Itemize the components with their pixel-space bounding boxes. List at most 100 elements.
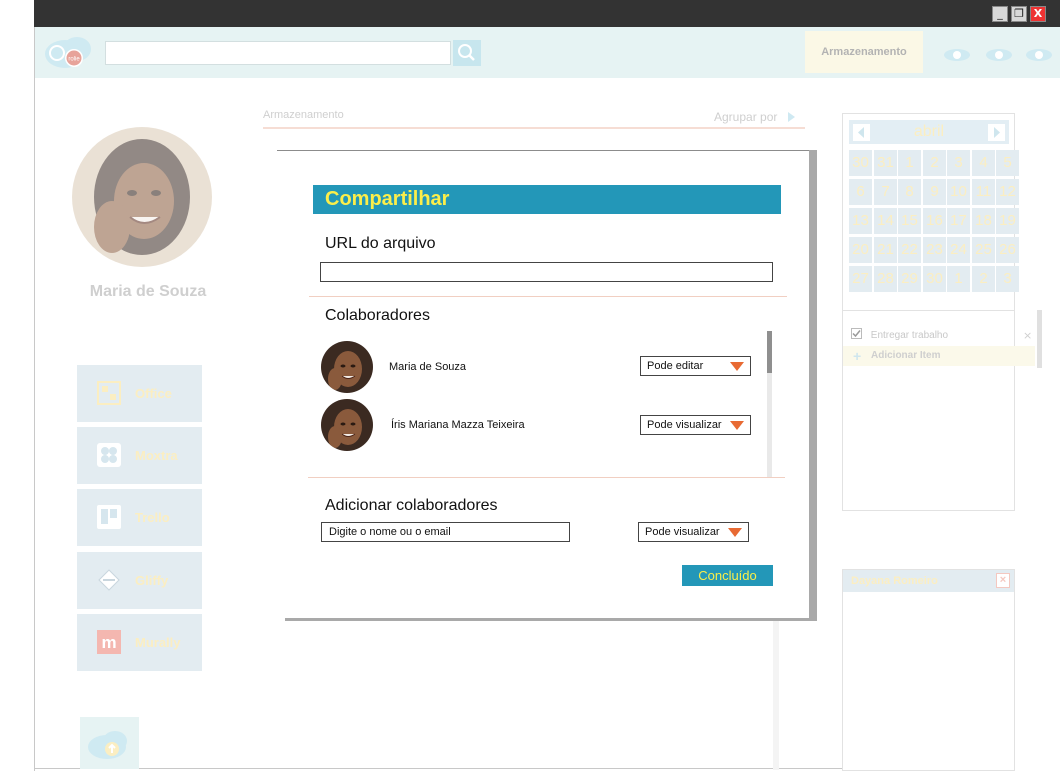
calendar-day[interactable]: 20 — [849, 237, 872, 263]
section-divider — [308, 477, 785, 478]
calendar-day[interactable]: 29 — [898, 266, 921, 292]
calendar-day[interactable]: 22 — [898, 237, 921, 263]
calendar-day[interactable]: 19 — [996, 208, 1019, 234]
app-tile-label: Gliffy — [135, 573, 169, 588]
user-name: Maria de Souza — [89, 283, 207, 300]
app-tile-label: Trello — [135, 510, 170, 525]
app-tile-trello[interactable]: Trello — [77, 489, 202, 546]
app-tile-gliffy[interactable]: Gliffy — [77, 552, 202, 609]
chat-close-button[interactable]: × — [996, 573, 1010, 588]
calendar-month: abril — [913, 123, 945, 140]
app-tile-label: Moxtra — [135, 448, 178, 463]
calendar-day[interactable]: 3 — [996, 266, 1019, 292]
calendar-day[interactable]: 9 — [923, 179, 946, 205]
calendar-day[interactable]: 11 — [972, 179, 995, 205]
calendar-day[interactable]: 1 — [947, 266, 970, 292]
done-button[interactable]: Concluído — [682, 565, 773, 586]
chat-contact-name: Dayana Romeiro — [851, 575, 938, 587]
add-collaborator-input[interactable]: Digite o nome ou o email — [321, 522, 570, 542]
app-tile-label: Office — [135, 386, 172, 401]
calendar-day[interactable]: 6 — [849, 179, 872, 205]
task-item[interactable]: Entregar trabalho — [851, 328, 948, 341]
right-panel-scrollbar[interactable] — [1037, 310, 1042, 368]
moxtra-icon — [97, 443, 121, 467]
calendar-day[interactable]: 24 — [947, 237, 970, 263]
calendar-day[interactable]: 7 — [874, 179, 897, 205]
calendar-day[interactable]: 25 — [972, 237, 995, 263]
chevron-down-icon — [730, 421, 744, 430]
app-tile-office[interactable]: Office — [77, 365, 202, 422]
calendar-day[interactable]: 13 — [849, 208, 872, 234]
calendar-day[interactable]: 30 — [923, 266, 946, 292]
calendar-day[interactable]: 21 — [874, 237, 897, 263]
app-tile-murally[interactable]: m Murally — [77, 614, 202, 671]
cloud-upload-icon — [88, 731, 127, 759]
permission-value: Pode visualizar — [647, 419, 722, 431]
app-tile-moxtra[interactable]: Moxtra — [77, 427, 202, 484]
calendar-day[interactable]: 28 — [874, 266, 897, 292]
upload-button[interactable] — [80, 717, 139, 769]
permission-select[interactable]: Pode editar — [640, 356, 751, 376]
collaborator-name: Íris Mariana Mazza Teixeira — [391, 419, 525, 431]
chat-window: Dayana Romeiro × — [842, 569, 1015, 771]
chevron-down-icon — [728, 528, 742, 537]
calendar-day[interactable]: 16 — [923, 208, 946, 234]
permission-select[interactable]: Pode visualizar — [640, 415, 751, 435]
calendar-day[interactable]: 3 — [947, 150, 970, 176]
permission-value: Pode editar — [647, 360, 704, 372]
calendar-day[interactable]: 26 — [996, 237, 1019, 263]
add-item-button[interactable]: + Adicionar Item — [843, 346, 1035, 366]
calendar-day[interactable]: 5 — [996, 150, 1019, 176]
top-bar: rolie Armazenamento — [35, 27, 1060, 78]
calendar-next-button[interactable] — [988, 124, 1005, 141]
search-icon — [458, 44, 475, 61]
search-button[interactable] — [453, 40, 481, 66]
close-window-button[interactable]: X — [1030, 6, 1046, 22]
main-divider — [263, 127, 805, 129]
add-permission-select[interactable]: Pode visualizar — [638, 522, 749, 542]
chevron-right-icon — [994, 127, 1000, 138]
info-icon[interactable] — [985, 47, 1013, 61]
minimize-button[interactable]: _ — [992, 6, 1008, 22]
storage-tab[interactable]: Armazenamento — [805, 31, 923, 73]
collaborators-scrollbar-thumb[interactable] — [767, 331, 772, 373]
user-avatar[interactable] — [72, 127, 212, 267]
calendar-day[interactable]: 23 — [923, 237, 946, 263]
right-panel: abril 30 31 1 2 3 4 5 6 7 8 9 10 11 12 13 14 15 16 17 18 19 2… — [842, 113, 1035, 511]
notification-icon[interactable] — [943, 47, 971, 61]
collaborator-name: Maria de Souza — [389, 361, 467, 373]
checkbox-checked-icon[interactable] — [851, 328, 862, 339]
window-border-bottom — [34, 768, 842, 769]
calendar-day[interactable]: 14 — [874, 208, 897, 234]
calendar-day[interactable]: 8 — [898, 179, 921, 205]
group-by-button[interactable]: Agrupar por — [714, 110, 777, 124]
add-collaborators-label: Adicionar colaboradores — [325, 497, 498, 514]
calendar-day[interactable]: 30 — [849, 150, 872, 176]
calendar-day[interactable]: 15 — [898, 208, 921, 234]
task-remove-icon[interactable]: × — [1023, 329, 1032, 342]
group-by-arrow-icon[interactable] — [788, 112, 795, 122]
avatar — [321, 399, 373, 451]
search-input[interactable] — [105, 41, 451, 65]
calendar-day[interactable]: 18 — [972, 208, 995, 234]
calendar-day[interactable]: 17 — [947, 208, 970, 234]
calendar-day[interactable]: 4 — [972, 150, 995, 176]
calendar-day[interactable]: 2 — [972, 266, 995, 292]
app-window: _ ❐ X rolie Armazenamento Maria de Souza… — [0, 0, 1060, 771]
svg-text:m: m — [101, 633, 116, 652]
file-url-field[interactable] — [320, 262, 773, 282]
plus-icon: + — [853, 348, 862, 364]
app-logo[interactable]: rolie — [43, 33, 95, 71]
murally-icon: m — [97, 630, 121, 654]
dialog-title: Compartilhar — [313, 185, 781, 214]
calendar-day[interactable]: 27 — [849, 266, 872, 292]
calendar-day[interactable]: 1 — [898, 150, 921, 176]
calendar-day[interactable]: 12 — [996, 179, 1019, 205]
maximize-button[interactable]: ❐ — [1011, 6, 1027, 22]
calendar-day[interactable]: 31 — [874, 150, 897, 176]
calendar-day[interactable]: 2 — [923, 150, 946, 176]
settings-icon[interactable] — [1025, 47, 1053, 61]
calendar-prev-button[interactable] — [853, 124, 870, 141]
calendar-day[interactable]: 10 — [947, 179, 970, 205]
window-border-left — [34, 26, 35, 771]
